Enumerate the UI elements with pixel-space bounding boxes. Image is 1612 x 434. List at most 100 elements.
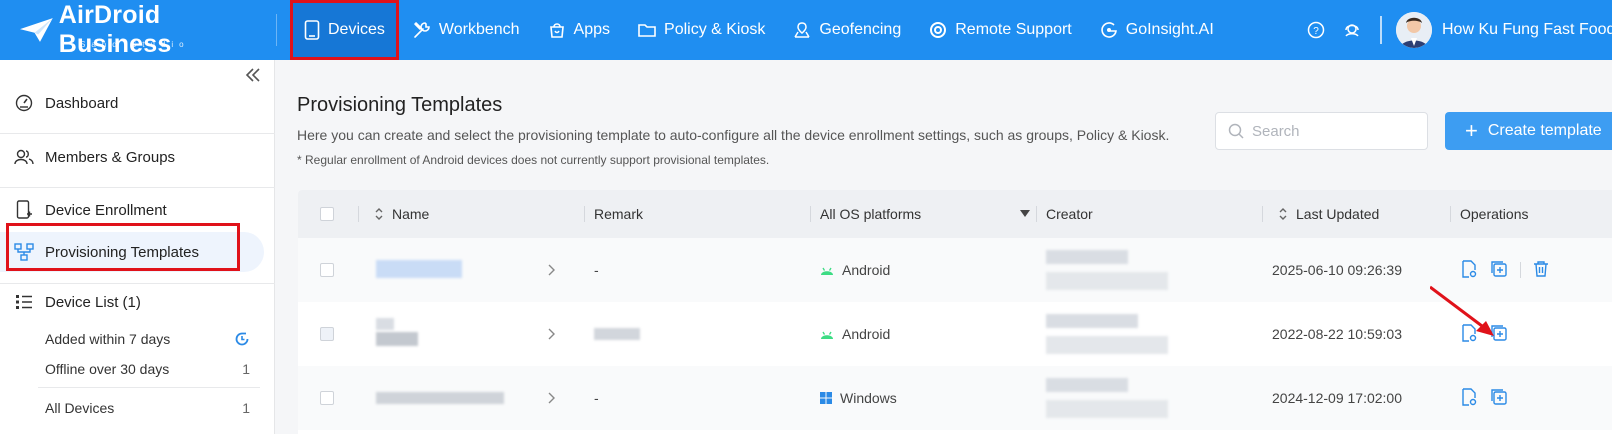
- sidebar-item-device-list[interactable]: Device List (1): [0, 289, 275, 315]
- folder-icon: [638, 24, 656, 37]
- nav-geofencing[interactable]: Geofencing: [779, 0, 915, 60]
- list-icon: [14, 292, 34, 312]
- column-remark: Remark: [594, 190, 643, 238]
- row-os: Windows: [820, 366, 897, 430]
- column-last-updated[interactable]: Last Updated: [1278, 190, 1379, 238]
- sidebar-divider: [0, 283, 275, 284]
- nav-workbench[interactable]: Workbench: [399, 0, 534, 60]
- sidebar-divider: [0, 187, 275, 188]
- redacted-name[interactable]: [376, 260, 462, 278]
- page-description: Here you can create and select the provi…: [297, 127, 1170, 143]
- annotation-arrow-icon: [1430, 285, 1494, 336]
- sidebar-item-members-groups[interactable]: Members & Groups: [0, 144, 275, 170]
- highlight-box-provisioning: [6, 223, 240, 271]
- search-input[interactable]: [1252, 122, 1412, 140]
- redacted-name[interactable]: [376, 392, 504, 404]
- os-filter-dropdown[interactable]: All OS platforms: [820, 190, 1030, 238]
- nav-apps[interactable]: Apps: [534, 0, 624, 60]
- search-icon: [1228, 123, 1244, 139]
- main-nav: Devices Workbench Apps Policy & Kiosk Ge…: [290, 0, 1228, 60]
- nav-goinsight[interactable]: GoInsight.AI: [1086, 0, 1228, 60]
- page-title: Provisioning Templates: [297, 94, 503, 116]
- page-note: * Regular enrollment of Android devices …: [297, 153, 770, 167]
- row-updated: 2024-12-09 17:02:00: [1272, 390, 1402, 406]
- collapse-sidebar-icon[interactable]: [244, 66, 262, 84]
- sidebar-item-device-enrollment[interactable]: Device Enrollment: [0, 197, 275, 223]
- nav-goinsight-label: GoInsight.AI: [1125, 21, 1214, 38]
- redacted-creator: [1046, 378, 1128, 392]
- template-settings-icon[interactable]: [1460, 388, 1478, 406]
- row-checkbox[interactable]: [320, 366, 334, 430]
- redacted-name-2[interactable]: [376, 332, 418, 346]
- redacted-creator-email: [1046, 272, 1168, 290]
- support-agent-icon[interactable]: [1342, 20, 1362, 40]
- select-all-checkbox[interactable]: [320, 190, 334, 238]
- row-os: Android: [820, 238, 890, 302]
- nav-devices[interactable]: Devices: [290, 0, 399, 60]
- nav-geofencing-label: Geofencing: [819, 21, 902, 38]
- android-icon: [820, 328, 834, 340]
- column-operations: Operations: [1460, 190, 1528, 238]
- sidebar-item-dashboard[interactable]: Dashboard: [0, 90, 275, 116]
- column-name[interactable]: Name: [374, 190, 429, 238]
- header-separator: [584, 206, 585, 222]
- expand-row-icon[interactable]: [548, 238, 556, 302]
- expand-row-icon[interactable]: [548, 302, 556, 366]
- sidebar-item-label: Device List (1): [45, 293, 141, 311]
- sidebar-subitem-added-7-days[interactable]: Added within 7 days: [45, 331, 250, 350]
- table-row[interactable]: Android 2022-08-22 10:59:03: [298, 302, 1612, 366]
- plus-icon: +: [1465, 118, 1478, 143]
- dashboard-icon: [14, 93, 34, 113]
- sidebar: Dashboard Members & Groups Device Enroll…: [0, 60, 275, 434]
- subitem-label: All Devices: [45, 400, 115, 416]
- nav-workbench-label: Workbench: [438, 21, 520, 38]
- header-separator: [358, 206, 359, 222]
- nav-devices-label: Devices: [328, 21, 385, 38]
- tablet-icon: [304, 20, 320, 40]
- sidebar-subitem-all-devices[interactable]: All Devices 1: [45, 400, 250, 416]
- sidebar-item-label: Device Enrollment: [45, 201, 167, 219]
- copy-template-icon[interactable]: [1490, 388, 1508, 406]
- search-box[interactable]: [1215, 112, 1428, 150]
- row-checkbox[interactable]: [320, 302, 334, 366]
- column-remark-label: Remark: [594, 206, 644, 222]
- column-operations-label: Operations: [1460, 206, 1529, 222]
- refresh-icon[interactable]: [234, 331, 250, 350]
- nav-policy-kiosk-label: Policy & Kiosk: [664, 21, 766, 38]
- redacted-name[interactable]: [376, 318, 394, 330]
- copy-template-icon[interactable]: [1490, 260, 1508, 278]
- template-settings-icon[interactable]: [1460, 260, 1478, 278]
- top-separator: [1380, 16, 1382, 44]
- nav-remote-support-label: Remote Support: [955, 21, 1072, 38]
- avatar[interactable]: [1396, 12, 1432, 48]
- table-row[interactable]: - Windows 2024-12-09 17:02:00: [298, 366, 1612, 430]
- nav-remote-support[interactable]: Remote Support: [915, 0, 1086, 60]
- column-os-label: All OS platforms: [820, 206, 922, 222]
- header-separator: [1262, 206, 1263, 222]
- row-os: Android: [820, 302, 890, 366]
- help-icon[interactable]: ?: [1306, 20, 1326, 40]
- expand-row-icon[interactable]: [548, 366, 556, 430]
- row-updated: 2022-08-22 10:59:03: [1272, 326, 1402, 342]
- subitem-count: 1: [242, 361, 250, 377]
- row-os-label: Android: [842, 326, 891, 342]
- row-checkbox[interactable]: [320, 238, 334, 302]
- user-name[interactable]: How Ku Fung Fast Food: [1442, 21, 1612, 39]
- caret-down-icon: [1020, 210, 1030, 217]
- top-bar: AirDroid Business Sand Studio Devices Wo…: [0, 0, 1612, 60]
- delete-icon[interactable]: [1532, 260, 1550, 278]
- header-separator: [1450, 206, 1451, 222]
- sidebar-subitem-offline-30-days[interactable]: Offline over 30 days 1: [45, 361, 250, 377]
- sidebar-item-label: Dashboard: [45, 94, 119, 112]
- nav-policy-kiosk[interactable]: Policy & Kiosk: [624, 0, 779, 60]
- sidebar-divider: [0, 133, 275, 134]
- sidebar-item-label: Members & Groups: [45, 148, 176, 166]
- create-template-button[interactable]: + Create template: [1445, 112, 1612, 150]
- sidebar-divider: [38, 387, 260, 388]
- table-row[interactable]: - Android 2025-06-10 09:26:39: [298, 238, 1612, 302]
- logo-separator: [276, 14, 277, 46]
- android-icon: [820, 264, 834, 276]
- table-header: Name Remark All OS platforms Creator Las…: [298, 190, 1612, 238]
- tools-icon: [414, 22, 430, 38]
- brand-logo[interactable]: AirDroid Business Sand Studio: [20, 1, 260, 58]
